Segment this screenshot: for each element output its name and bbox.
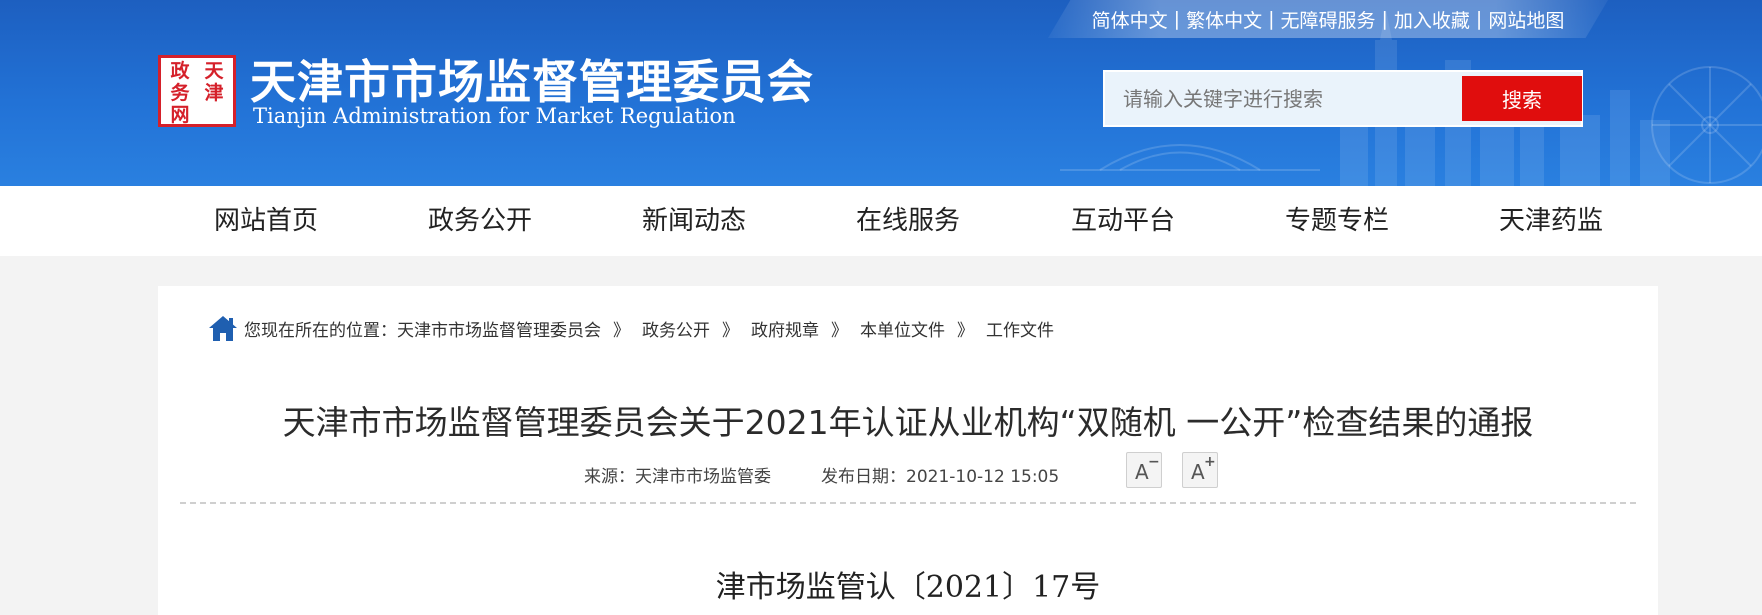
nav-online-services[interactable]: 在线服务 [856,186,960,256]
nav-government-affairs[interactable]: 政务公开 [428,186,532,256]
logo-seal-icon[interactable]: 政 天 务 津 网 [158,55,236,127]
breadcrumb-separator: 》 [831,320,848,341]
font-increase-button[interactable]: A + [1182,452,1218,488]
breadcrumb-item-work-documents[interactable]: 工作文件 [986,316,1054,341]
breadcrumb-separator: 》 [957,320,974,341]
site-title-chinese[interactable]: 天津市市场监督管理委员会 [250,46,814,112]
breadcrumb-separator: 》 [613,320,630,341]
font-decrease-button[interactable]: A − [1126,452,1162,488]
link-simplified-chinese[interactable]: 简体中文 [1088,6,1172,33]
main-navigation: 网站首页 政务公开 新闻动态 在线服务 互动平台 专题专栏 天津药监 [0,186,1762,256]
breadcrumb-separator: 》 [722,320,739,341]
breadcrumb-item-commission[interactable]: 天津市市场监督管理委员会 [397,316,601,341]
article-title: 天津市市场监督管理委员会关于2021年认证从业机构“双随机 一公开”检查结果的通… [282,403,1534,442]
link-accessibility[interactable]: 无障碍服务 [1276,6,1379,33]
breadcrumb-item-government-affairs[interactable]: 政务公开 [642,316,710,341]
nav-news[interactable]: 新闻动态 [642,186,746,256]
nav-interaction[interactable]: 互动平台 [1071,186,1175,256]
search-input[interactable] [1123,72,1453,125]
font-increase-icon: A [1191,460,1205,484]
site-title-english[interactable]: Tianjin Administration for Market Regula… [253,104,736,128]
breadcrumb-prefix: 您现在所在的位置： [244,320,397,341]
article-meta: 来源：天津市市场监管委 发布日期：2021-10-12 15:05 [584,456,1059,492]
breadcrumb: 您现在所在的位置： 天津市市场监督管理委员会 》 政务公开 》 政府规章 》 本… [208,311,1054,345]
link-site-map[interactable]: 网站地图 [1484,6,1568,33]
article-card: 您现在所在的位置： 天津市市场监督管理委员会 》 政务公开 》 政府规章 》 本… [158,286,1658,615]
top-utility-links: 简体中文 | 繁体中文 | 无障碍服务 | 加入收藏 | 网站地图 [1048,0,1608,38]
font-decrease-icon: A [1135,460,1149,484]
breadcrumb-item-unit-documents[interactable]: 本单位文件 [860,316,945,341]
document-number: 津市场监管认〔2021〕17号 [715,570,1101,605]
search-box: 搜索 [1103,70,1583,127]
nav-home[interactable]: 网站首页 [214,186,318,256]
breadcrumb-item-regulations[interactable]: 政府规章 [751,316,819,341]
article-source: 来源：天津市市场监管委 [584,466,771,487]
link-add-favorite[interactable]: 加入收藏 [1390,6,1474,33]
article-publish-date: 发布日期：2021-10-12 15:05 [821,466,1060,487]
nav-special-topics[interactable]: 专题专栏 [1285,186,1389,256]
font-size-controls: A − A + [1126,452,1218,488]
dashed-divider [180,502,1636,504]
home-icon[interactable] [208,314,238,342]
nav-tianjin-drug-regulation[interactable]: 天津药监 [1499,186,1603,256]
search-button[interactable]: 搜索 [1462,76,1582,121]
link-traditional-chinese[interactable]: 繁体中文 [1182,6,1266,33]
site-header: 简体中文 | 繁体中文 | 无障碍服务 | 加入收藏 | 网站地图 政 天 务 … [0,0,1762,186]
